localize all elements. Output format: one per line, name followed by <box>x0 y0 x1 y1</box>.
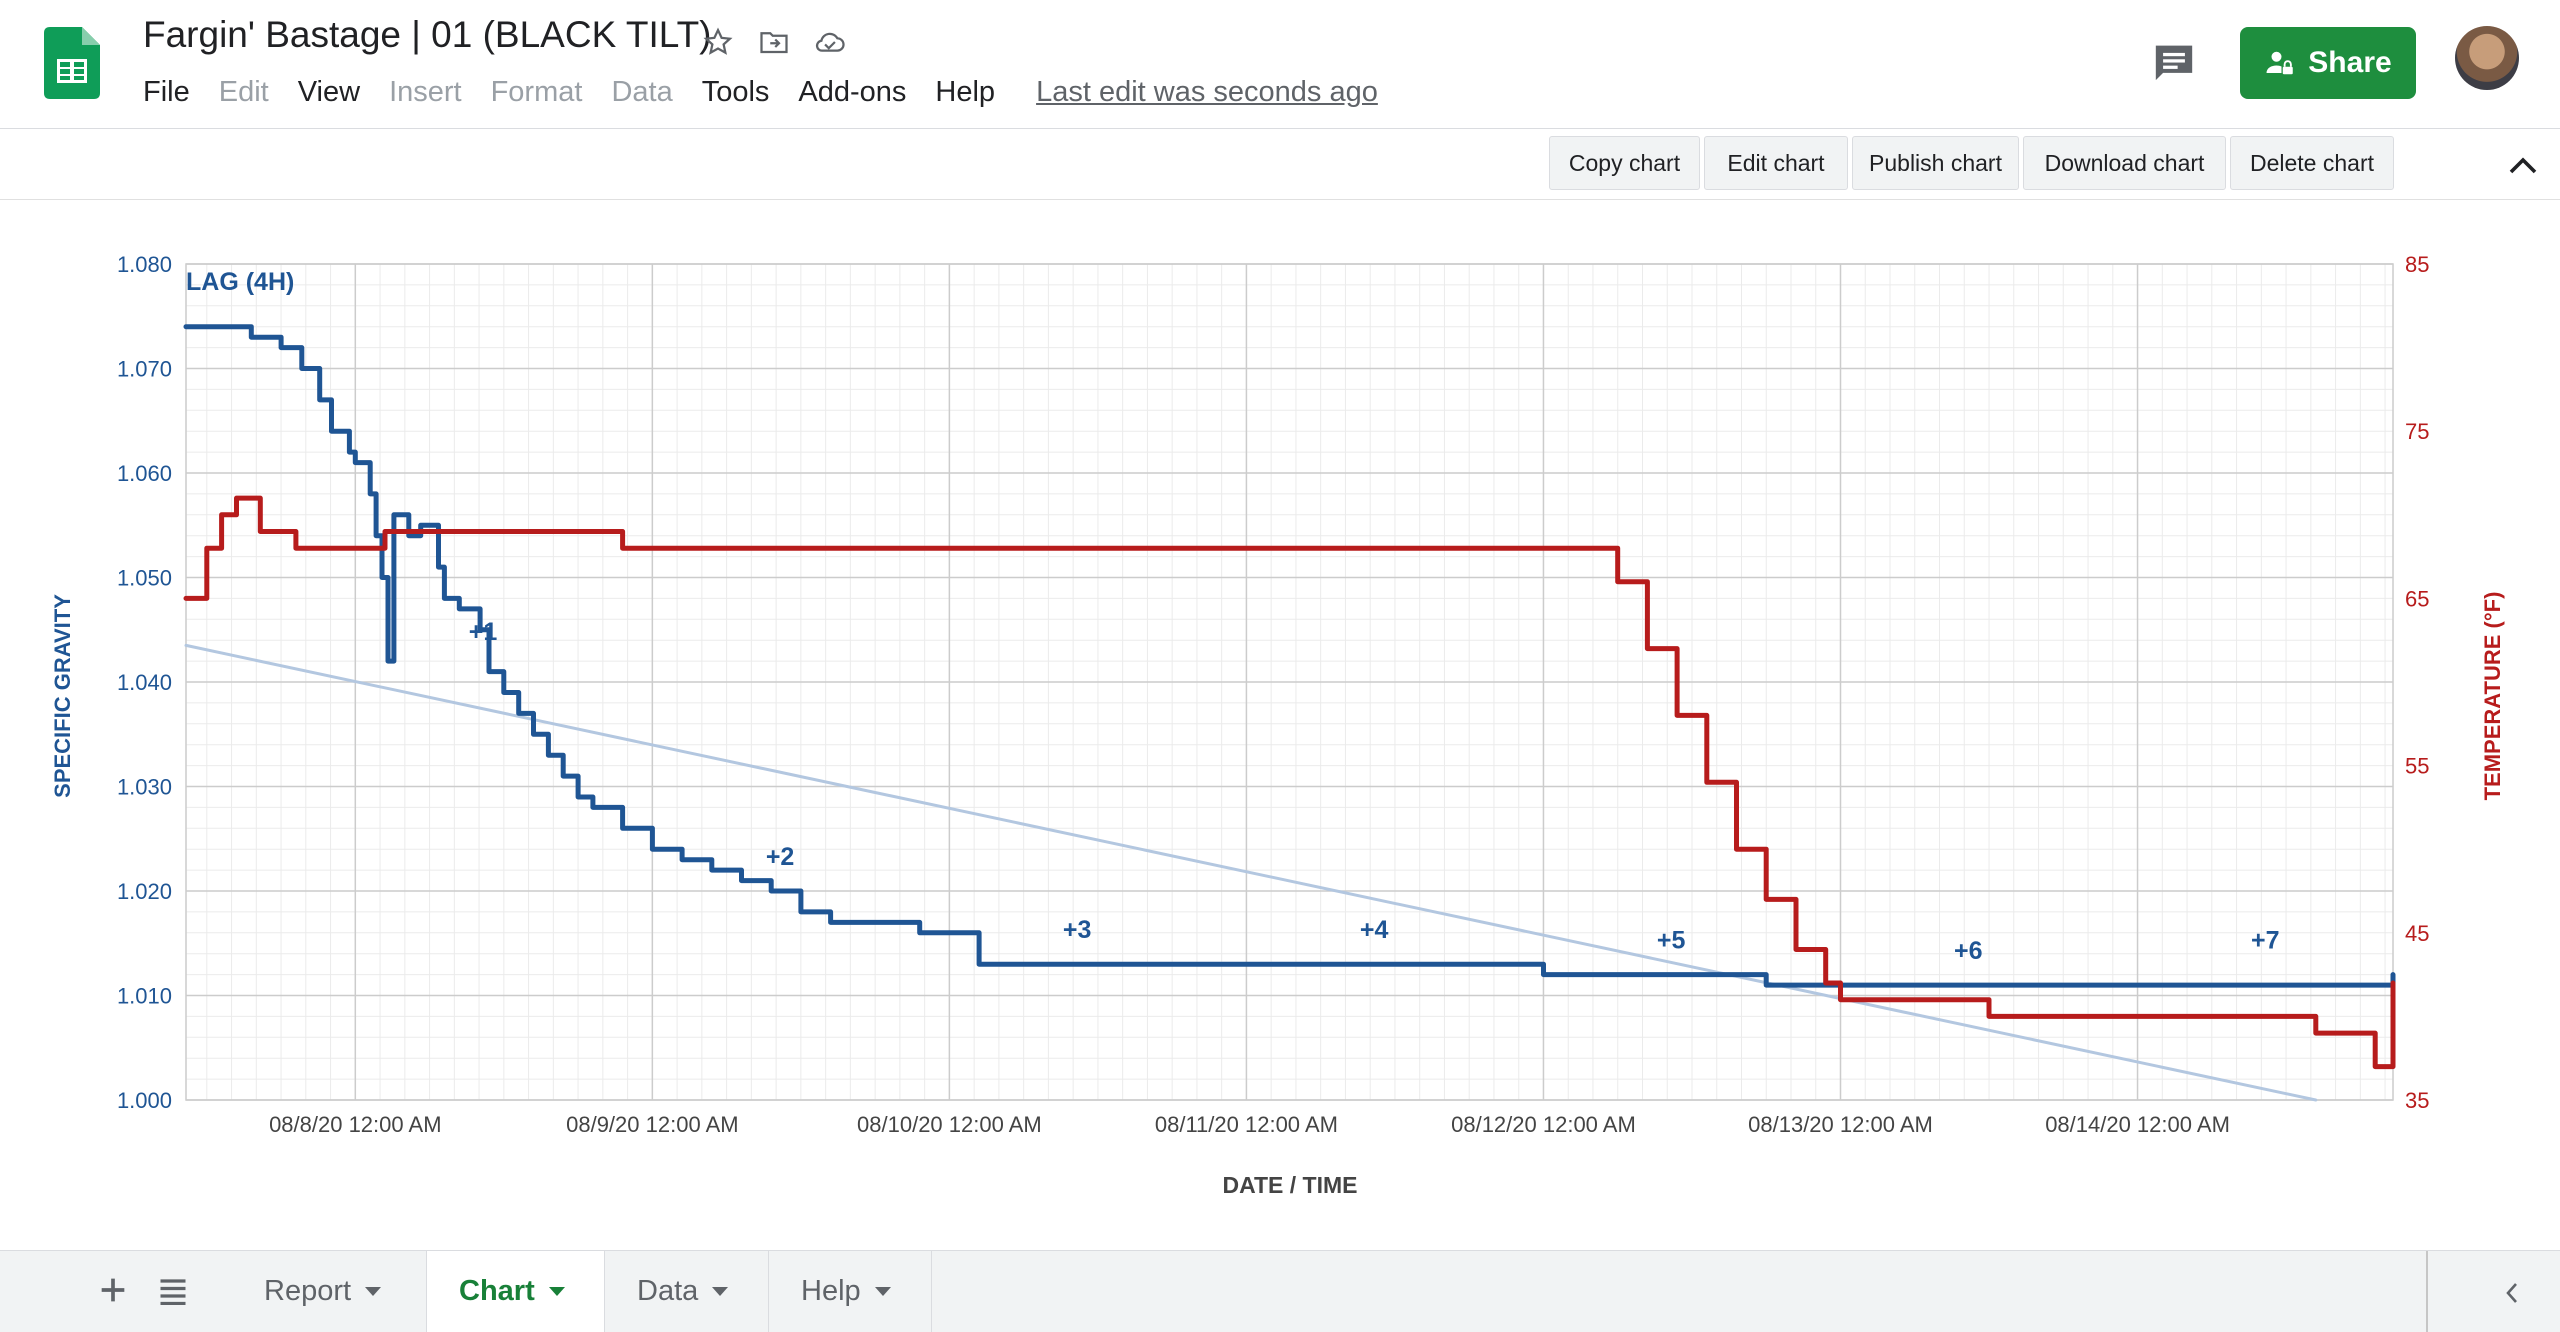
x-tick-label: 08/14/20 12:00 AM <box>2045 1112 2230 1137</box>
lock-person-icon <box>2266 51 2294 75</box>
document-title[interactable]: Fargin' Bastage | 01 (BLACK TILT) <box>143 14 712 56</box>
add-sheet-icon[interactable] <box>96 1273 130 1307</box>
menu-edit[interactable]: Edit <box>219 76 269 109</box>
annotation-label: +1 <box>469 618 498 646</box>
share-button[interactable]: Share <box>2240 27 2416 99</box>
y-tick-label-right: 65 <box>2405 586 2429 611</box>
annotation-label: +2 <box>766 843 795 871</box>
chevron-up-icon[interactable] <box>2505 154 2541 178</box>
cloud-saved-icon[interactable] <box>812 24 848 60</box>
menu-tools[interactable]: Tools <box>702 76 770 109</box>
annotation-label: LAG (4H) <box>186 268 294 296</box>
share-label: Share <box>2308 46 2392 79</box>
menu-bar: File Edit View Insert Format Data Tools … <box>143 76 1378 109</box>
menu-view[interactable]: View <box>298 76 360 109</box>
series-specific-gravity <box>183 324 2396 988</box>
edit-chart-button[interactable]: Edit chart <box>1704 136 1848 190</box>
avatar[interactable] <box>2455 26 2519 90</box>
y-tick-label-left: 1.000 <box>117 1088 172 1113</box>
y-tick-label-left: 1.020 <box>117 879 172 904</box>
y-axis-left-title: SPECIFIC GRAVITY <box>50 594 75 798</box>
y-tick-label-left: 1.080 <box>117 252 172 277</box>
tab-report[interactable]: Report <box>232 1251 427 1332</box>
chevron-down-icon <box>874 1287 891 1296</box>
y-tick-label-left: 1.010 <box>117 984 172 1009</box>
chart-toolbar: Copy chart Edit chart Publish chart Down… <box>0 129 2560 200</box>
x-axis: 08/8/20 12:00 AM 08/9/20 12:00 AM 08/10/20… <box>269 1112 2230 1137</box>
y-tick-label-right: 35 <box>2405 1088 2429 1113</box>
delete-chart-button[interactable]: Delete chart <box>2230 136 2394 190</box>
annotation-label: +3 <box>1063 916 1092 944</box>
y-tick-label-right: 55 <box>2405 754 2429 779</box>
comment-icon[interactable] <box>2152 42 2196 82</box>
menu-data[interactable]: Data <box>611 76 672 109</box>
y-tick-label-left: 1.070 <box>117 357 172 382</box>
menu-file[interactable]: File <box>143 76 190 109</box>
x-axis-title: DATE / TIME <box>1222 1172 1357 1198</box>
tab-help[interactable]: Help <box>769 1251 932 1332</box>
series-trendline <box>184 643 2318 1102</box>
x-tick-label: 08/8/20 12:00 AM <box>269 1112 441 1137</box>
tab-label: Help <box>801 1275 861 1307</box>
y-tick-label-left: 1.030 <box>117 775 172 800</box>
tab-label: Data <box>637 1275 699 1307</box>
tab-data[interactable]: Data <box>605 1251 769 1332</box>
y-axis-right: 85 75 65 55 45 35 <box>2405 252 2429 1113</box>
chevron-left-icon <box>2504 1281 2520 1310</box>
menu-add-ons[interactable]: Add-ons <box>798 76 906 109</box>
annotation-label: +6 <box>1954 937 1983 965</box>
publish-chart-button[interactable]: Publish chart <box>1852 136 2019 190</box>
sheet-tab-bar: Report Chart Data Help <box>0 1250 2560 1332</box>
y-tick-label-right: 45 <box>2405 921 2429 946</box>
menu-insert[interactable]: Insert <box>389 76 462 109</box>
last-edit-link[interactable]: Last edit was seconds ago <box>1036 76 1378 109</box>
y-axis-right-title: TEMPERATURE (°F) <box>2480 592 2505 801</box>
x-tick-label: 08/9/20 12:00 AM <box>566 1112 738 1137</box>
sheets-logo-icon[interactable] <box>44 27 100 99</box>
y-tick-label-left: 1.040 <box>117 670 172 695</box>
chevron-down-icon <box>712 1287 729 1296</box>
annotation-label: +7 <box>2251 926 2280 954</box>
annotation-label: +5 <box>1657 926 1686 954</box>
x-tick-label: 08/12/20 12:00 AM <box>1451 1112 1636 1137</box>
y-axis-left: 1.080 1.070 1.060 1.050 1.040 1.030 1.020 1.010… <box>117 252 172 1113</box>
annotation-label: +4 <box>1360 916 1389 944</box>
x-tick-label: 08/11/20 12:00 AM <box>1155 1112 1338 1137</box>
copy-chart-button[interactable]: Copy chart <box>1549 136 1700 190</box>
star-icon[interactable] <box>700 24 736 60</box>
y-tick-label-left: 1.060 <box>117 461 172 486</box>
menu-format[interactable]: Format <box>491 76 583 109</box>
chevron-down-icon <box>548 1287 565 1296</box>
y-tick-label-right: 75 <box>2405 419 2429 444</box>
side-panel-toggle[interactable] <box>2426 1251 2560 1332</box>
x-tick-label: 08/10/20 12:00 AM <box>857 1112 1042 1137</box>
tab-label: Chart <box>459 1275 535 1307</box>
download-chart-button[interactable]: Download chart <box>2023 136 2226 190</box>
all-sheets-icon[interactable] <box>158 1277 188 1305</box>
tab-chart[interactable]: Chart <box>427 1251 605 1332</box>
tab-label: Report <box>264 1275 352 1307</box>
y-tick-label-left: 1.050 <box>117 566 172 591</box>
move-to-folder-icon[interactable] <box>756 24 792 60</box>
series-group <box>183 324 2396 1102</box>
chevron-down-icon <box>365 1287 382 1296</box>
gravity-temperature-chart[interactable]: 1.080 1.070 1.060 1.050 1.040 1.030 1.020 1.010… <box>0 200 2560 1250</box>
y-tick-label-right: 85 <box>2405 252 2429 277</box>
x-tick-label: 08/13/20 12:00 AM <box>1748 1112 1933 1137</box>
annotations: LAG (4H) +1 +2 +3 +4 +5 +6 +7 <box>186 268 2280 965</box>
app-header: Fargin' Bastage | 01 (BLACK TILT) File E… <box>0 0 2560 129</box>
series-temperature <box>183 495 2396 1070</box>
menu-help[interactable]: Help <box>935 76 995 109</box>
